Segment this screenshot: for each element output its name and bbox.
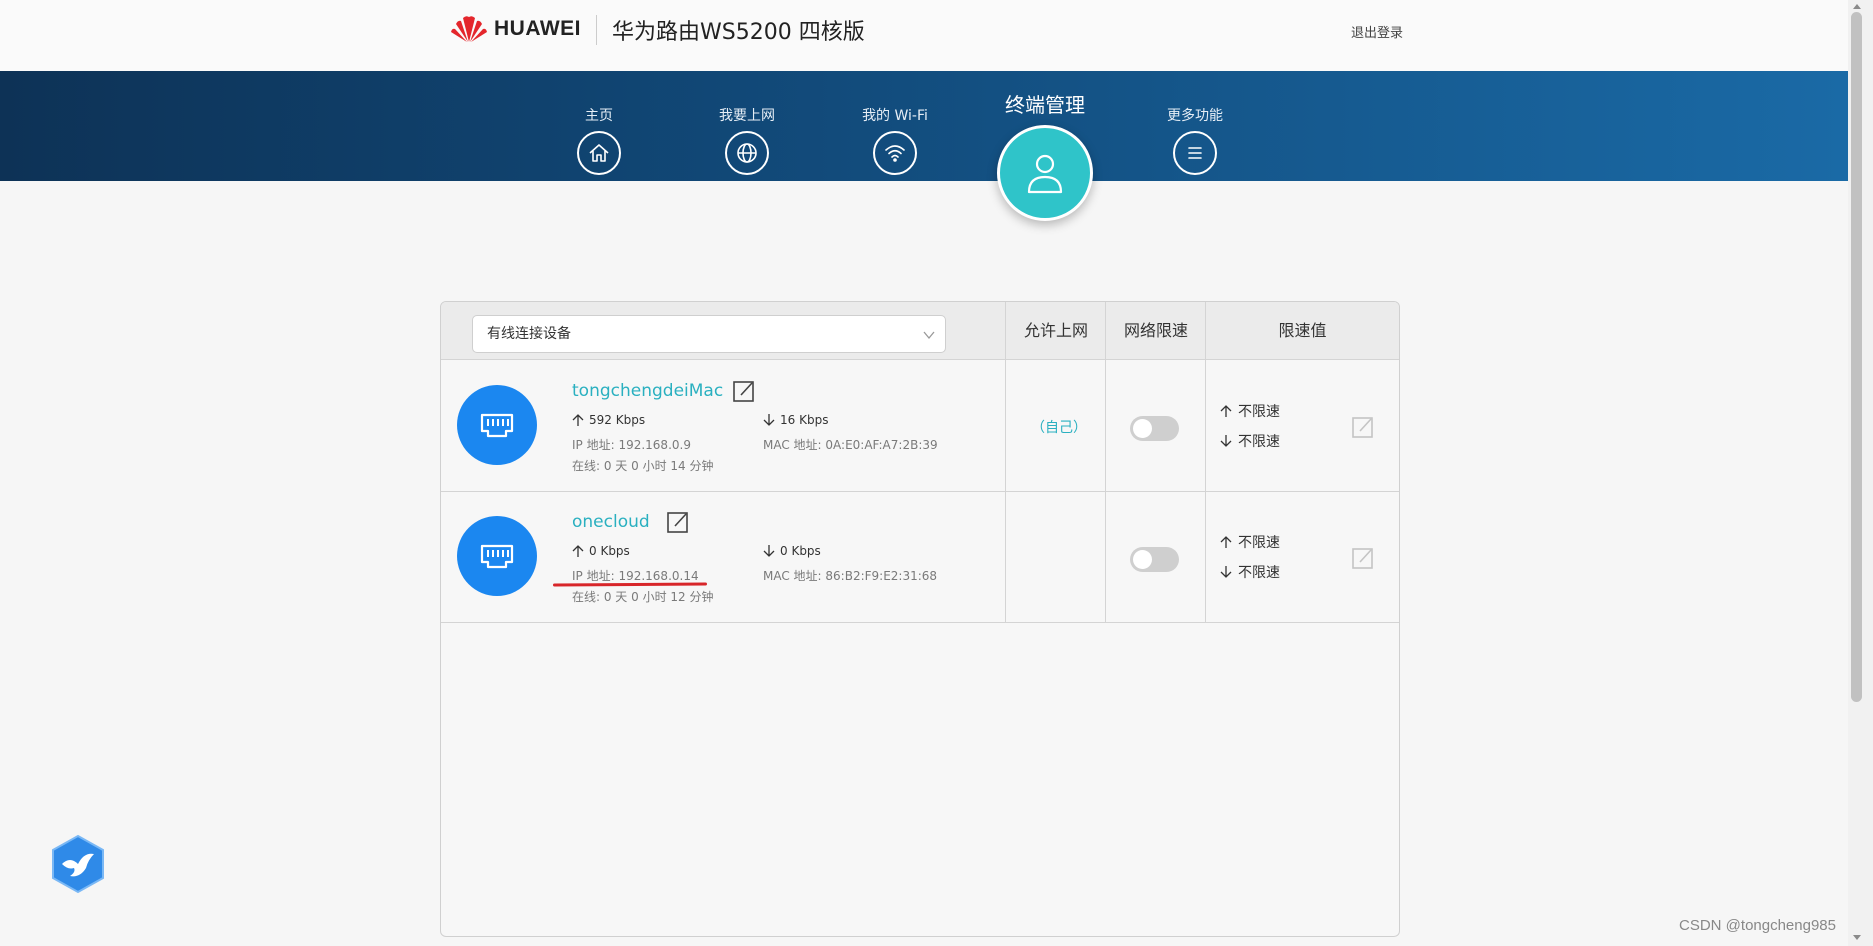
huawei-logo: HUAWEI	[450, 14, 581, 43]
brand-name: HUAWEI	[494, 16, 581, 40]
wifi-icon	[873, 131, 917, 175]
arrow-up-icon	[1220, 405, 1232, 417]
top-header: HUAWEI 华为路由WS5200 四核版 退出登录	[0, 0, 1848, 71]
upload-limit: 不限速	[1220, 532, 1280, 552]
ethernet-port-icon	[457, 516, 537, 596]
header-divider	[596, 15, 597, 45]
nav-more[interactable]: 更多功能	[1140, 71, 1250, 175]
edit-name-icon[interactable]	[666, 510, 690, 534]
upload-rate-value: 592 Kbps	[589, 413, 646, 427]
upload-rate: 0 Kbps	[572, 544, 630, 558]
upload-limit-value: 不限速	[1238, 404, 1280, 420]
download-rate: 16 Kbps	[763, 413, 828, 427]
arrow-down-icon	[1220, 435, 1232, 447]
arrow-up-icon	[572, 414, 584, 426]
nav-home-label: 主页	[585, 108, 613, 124]
nav-more-label: 更多功能	[1167, 108, 1223, 124]
ip-address: IP 地址: 192.168.0.14	[572, 569, 699, 583]
download-limit-value: 不限速	[1238, 434, 1280, 450]
mac-address: MAC 地址: 0A:E0:AF:A7:2B:39	[763, 438, 938, 452]
nav-internet-label: 我要上网	[719, 108, 775, 124]
ethernet-port-icon	[457, 385, 537, 465]
huawei-flower-icon	[451, 16, 487, 42]
col-speed-limit: 网络限速	[1123, 321, 1188, 340]
download-rate-value: 16 Kbps	[780, 413, 829, 427]
scrollbar-thumb[interactable]	[1851, 12, 1862, 702]
download-limit-value: 不限速	[1238, 565, 1280, 581]
globe-icon	[725, 131, 769, 175]
chevron-down-icon	[923, 331, 935, 340]
ip-address: IP 地址: 192.168.0.9	[572, 438, 691, 452]
arrow-up-icon	[1220, 536, 1232, 548]
table-row: tongchengdeiMac 592 Kbps 16 Kbps IP 地址: …	[441, 361, 1399, 492]
edit-limit-icon[interactable]	[1351, 415, 1375, 439]
logout-link[interactable]: 退出登录	[1351, 22, 1403, 41]
arrow-down-icon	[763, 414, 775, 426]
menu-icon	[1173, 131, 1217, 175]
edit-name-icon[interactable]	[732, 379, 756, 403]
nav-internet[interactable]: 我要上网	[692, 71, 802, 175]
device-panel: 有线连接设备 允许上网 网络限速 限速值 tongchengdeiMac 592…	[440, 301, 1400, 937]
upload-limit: 不限速	[1220, 401, 1280, 421]
edit-limit-icon[interactable]	[1351, 546, 1375, 570]
table-row: onecloud 0 Kbps 0 Kbps IP 地址: 192.168.0.…	[441, 492, 1399, 623]
scroll-up-arrow-icon[interactable]	[1852, 2, 1862, 10]
upload-limit-value: 不限速	[1238, 535, 1280, 551]
device-name[interactable]: tongchengdeiMac	[572, 381, 723, 401]
upload-rate-value: 0 Kbps	[589, 544, 630, 558]
col-allow-internet: 允许上网	[1023, 321, 1088, 340]
main-nav: 主页 我要上网 我的 Wi-Fi 更多功能	[0, 71, 1848, 181]
device-filter-select[interactable]: 有线连接设备	[472, 315, 946, 353]
arrow-down-icon	[763, 545, 775, 557]
nav-terminal-management[interactable]: 终端管理	[990, 89, 1100, 221]
speed-limit-toggle[interactable]	[1130, 547, 1179, 572]
nav-home[interactable]: 主页	[544, 71, 654, 175]
csdn-watermark: CSDN @tongcheng985	[1679, 917, 1836, 934]
upload-rate: 592 Kbps	[572, 413, 645, 427]
arrow-up-icon	[572, 545, 584, 557]
floating-assistant-bird-icon[interactable]	[50, 834, 106, 894]
user-icon	[997, 125, 1093, 221]
download-rate-value: 0 Kbps	[780, 544, 821, 558]
download-limit: 不限速	[1220, 431, 1280, 451]
arrow-down-icon	[1220, 566, 1232, 578]
col-limit-value: 限速值	[1278, 321, 1327, 340]
table-header: 有线连接设备 允许上网 网络限速 限速值	[441, 302, 1399, 360]
device-filter-value: 有线连接设备	[487, 326, 571, 342]
download-limit: 不限速	[1220, 562, 1280, 582]
online-duration: 在线: 0 天 0 小时 14 分钟	[572, 459, 714, 473]
device-name[interactable]: onecloud	[572, 512, 650, 532]
scroll-down-arrow-icon[interactable]	[1852, 934, 1862, 942]
download-rate: 0 Kbps	[763, 544, 821, 558]
nav-wifi-label: 我的 Wi-Fi	[862, 108, 928, 124]
product-title: 华为路由WS5200 四核版	[612, 20, 865, 45]
online-duration: 在线: 0 天 0 小时 12 分钟	[572, 590, 714, 604]
mac-address: MAC 地址: 86:B2:F9:E2:31:68	[763, 569, 938, 583]
nav-terminal-label: 终端管理	[1005, 93, 1085, 117]
self-device-label: （自己）	[1031, 420, 1087, 436]
nav-wifi[interactable]: 我的 Wi-Fi	[840, 71, 950, 175]
speed-limit-toggle[interactable]	[1130, 416, 1179, 441]
home-icon	[577, 131, 621, 175]
